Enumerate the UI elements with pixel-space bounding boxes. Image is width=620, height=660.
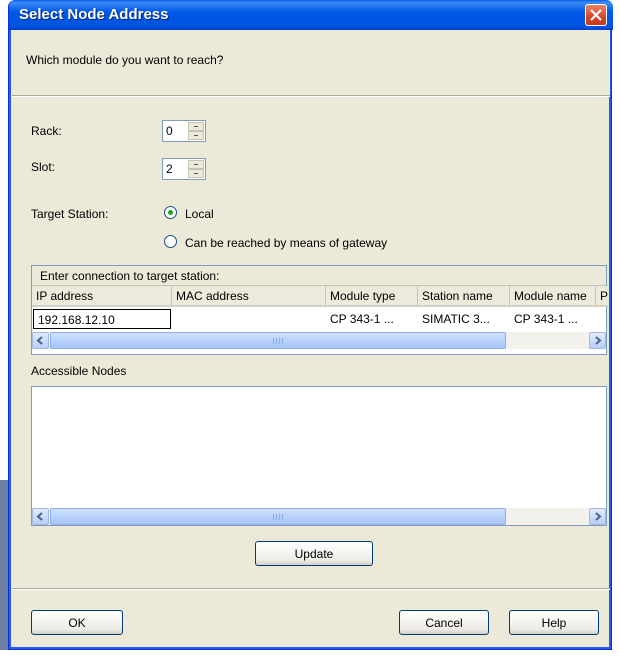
connection-table[interactable]: Enter connection to target station: IP a… [31,265,608,355]
module-name-cell[interactable]: CP 343-1 ... [510,309,596,329]
spin-down-button[interactable] [188,169,204,178]
column-header[interactable]: Station name [418,286,510,307]
column-header[interactable]: IP address [32,286,172,307]
target-station-label: Target Station: [31,207,109,221]
module-type-cell[interactable]: CP 343-1 ... [326,309,418,329]
radio-gateway[interactable] [164,235,177,248]
spin-down-button[interactable] [188,131,204,140]
spin-arrows-icon[interactable] [188,160,204,178]
ip-address-cell[interactable]: 192.168.12.10 [33,309,171,329]
slot-spinner[interactable]: 2 [162,158,206,180]
spin-up-button[interactable] [188,160,204,169]
question-text: Which module do you want to reach? [26,53,224,67]
spin-arrows-icon[interactable] [188,122,204,140]
rack-label: Rack: [31,124,62,138]
connection-caption: Enter connection to target station: [32,266,606,286]
station-name-cell[interactable]: SIMATIC 3... [418,309,510,329]
select-node-address-dialog: Select Node Address Which module do you … [8,0,613,650]
close-icon [590,9,602,21]
title-bar[interactable]: Select Node Address [9,0,613,30]
chevron-right-icon [595,512,602,521]
column-header[interactable]: P [596,286,608,307]
column-header[interactable]: Module type [326,286,418,307]
slot-label: Slot: [31,160,56,174]
window-title: Select Node Address [19,6,169,23]
scroll-left-button[interactable] [32,332,49,349]
scroll-thumb[interactable] [50,508,506,525]
radio-gateway-label[interactable]: Can be reached by means of gateway [185,236,387,250]
mac-address-cell[interactable] [172,309,326,329]
scroll-right-button[interactable] [589,508,606,525]
header-band: Which module do you want to reach? [12,30,610,97]
radio-local-label[interactable]: Local [185,207,214,221]
close-button[interactable] [585,4,607,26]
scroll-right-button[interactable] [589,332,606,349]
nodes-horizontal-scrollbar[interactable] [32,508,606,525]
accessible-nodes-label: Accessible Nodes [31,364,127,378]
chevron-right-icon [595,336,602,345]
connection-horizontal-scrollbar[interactable] [32,332,606,349]
cancel-button[interactable]: Cancel [399,610,489,635]
scroll-thumb[interactable] [50,332,506,349]
slot-value[interactable]: 2 [166,162,173,176]
help-button[interactable]: Help [509,610,599,635]
column-header[interactable]: MAC address [172,286,326,307]
update-button[interactable]: Update [255,541,373,566]
ok-button[interactable]: OK [31,610,123,635]
chevron-left-icon [36,336,43,345]
radio-local[interactable] [164,206,177,219]
rack-spinner[interactable]: 0 [162,120,206,142]
accessible-nodes-list[interactable] [31,386,607,526]
spin-up-button[interactable] [188,122,204,131]
rack-value[interactable]: 0 [166,124,173,138]
footer-separator [12,588,610,590]
chevron-left-icon [36,512,43,521]
column-header[interactable]: Module name [510,286,596,307]
scroll-left-button[interactable] [32,508,49,525]
